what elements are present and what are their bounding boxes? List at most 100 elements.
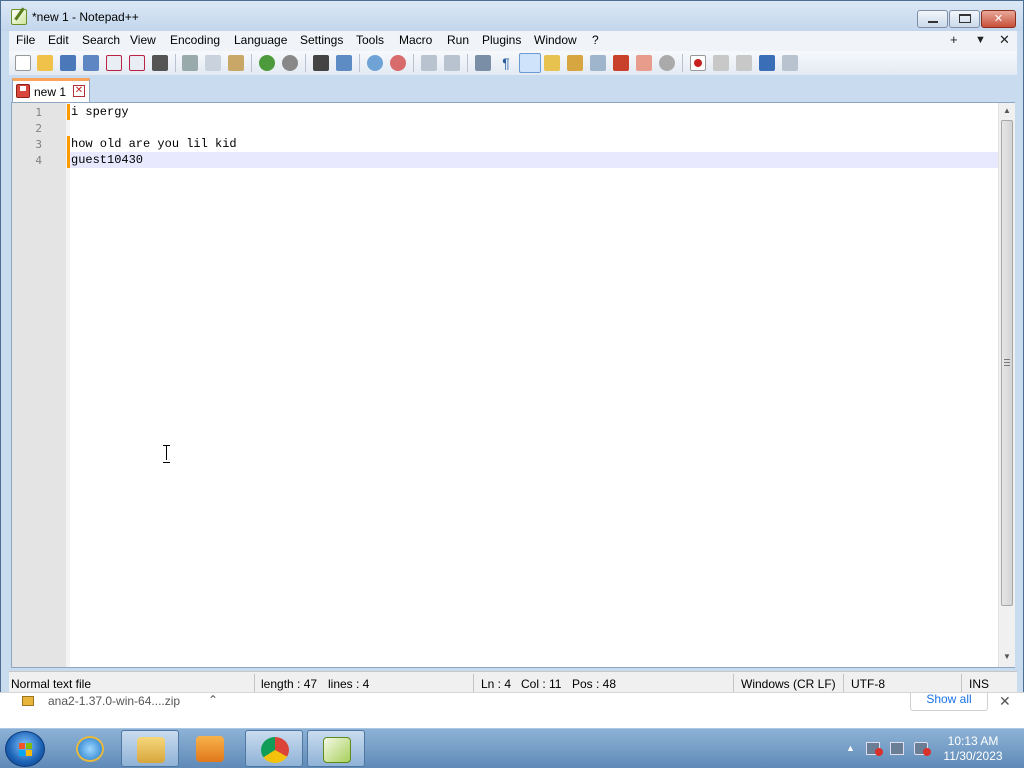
network-icon[interactable]	[890, 742, 904, 755]
taskbar-notepadpp[interactable]	[307, 730, 365, 767]
scroll-down-icon[interactable]: ▼	[1003, 652, 1011, 661]
sync-vertical-icon[interactable]	[421, 55, 437, 71]
minimize-icon	[928, 21, 938, 23]
document-list-icon[interactable]	[590, 55, 606, 71]
tab-new-1[interactable]: new 1 ✕	[12, 78, 90, 102]
tab-list-dropdown-icon[interactable]: ▼	[975, 34, 986, 46]
cut-icon[interactable]	[182, 55, 198, 71]
menu-view[interactable]: View	[130, 33, 156, 47]
minimize-button[interactable]	[917, 10, 948, 28]
show-all-characters-icon[interactable]: ¶	[498, 55, 514, 71]
open-file-icon[interactable]	[37, 55, 53, 71]
user-language-icon[interactable]	[544, 55, 560, 71]
scrollbar-grip-icon	[1004, 359, 1010, 366]
menu-run[interactable]: Run	[447, 33, 469, 47]
undo-icon[interactable]	[259, 55, 275, 71]
playback-icon[interactable]	[736, 55, 752, 71]
vertical-scrollbar[interactable]: ▲ ▼	[998, 103, 1015, 667]
menu-edit[interactable]: Edit	[48, 33, 69, 47]
new-file-icon[interactable]	[15, 55, 31, 71]
menu-language[interactable]: Language	[234, 33, 287, 47]
tab-close-icon[interactable]: ✕	[73, 85, 85, 97]
taskbar-internet-explorer[interactable]	[61, 730, 119, 767]
notepadpp-app-icon[interactable]	[11, 9, 27, 25]
status-line: Ln : 4	[481, 677, 512, 691]
print-icon[interactable]	[152, 55, 168, 71]
menu-macro[interactable]: Macro	[399, 33, 432, 47]
menu-settings[interactable]: Settings	[300, 33, 343, 47]
show-all-downloads-button[interactable]: Show all	[910, 693, 988, 711]
download-bar: ana2-1.37.0-win-64....zip ⌃ Show all ✕	[0, 692, 1024, 728]
toolbar-separator	[251, 54, 252, 72]
window-title: *new 1 - Notepad++	[32, 10, 139, 24]
replace-icon[interactable]	[336, 55, 352, 71]
indent-guide-icon[interactable]	[519, 53, 541, 73]
folder-as-workspace-icon[interactable]	[636, 55, 652, 71]
close-all-icon[interactable]	[129, 55, 145, 71]
monitoring-icon[interactable]	[659, 55, 675, 71]
menu-file[interactable]: File	[16, 33, 35, 47]
maximize-button[interactable]	[949, 10, 980, 28]
code-line-current[interactable]: guest10430	[70, 152, 998, 168]
scroll-up-icon[interactable]: ▲	[1003, 106, 1011, 115]
word-wrap-icon[interactable]	[475, 55, 491, 71]
close-button[interactable]: ✕	[981, 10, 1016, 28]
notepadpp-icon	[323, 737, 351, 763]
menu-encoding[interactable]: Encoding	[170, 33, 220, 47]
zoom-in-icon[interactable]	[367, 55, 383, 71]
taskbar-chrome[interactable]	[245, 730, 303, 767]
status-divider	[843, 674, 844, 694]
scrollbar-thumb[interactable]	[1001, 120, 1013, 606]
menu-tools[interactable]: Tools	[356, 33, 384, 47]
stop-recording-icon[interactable]	[713, 55, 729, 71]
toolbar-separator	[359, 54, 360, 72]
taskbar-file-explorer[interactable]	[121, 730, 179, 767]
system-clock[interactable]: 10:13 AM 11/30/2023	[940, 734, 1006, 764]
paste-icon[interactable]	[228, 55, 244, 71]
notepadpp-window: *new 1 - Notepad++ ✕ File Edit Search Vi…	[0, 0, 1024, 700]
save-macro-icon[interactable]	[782, 55, 798, 71]
toolbar-separator	[175, 54, 176, 72]
menu-bar: File Edit Search View Encoding Language …	[9, 31, 1017, 51]
menu-search[interactable]: Search	[82, 33, 120, 47]
download-options-icon[interactable]: ⌃	[208, 693, 218, 707]
text-cursor-icon	[162, 444, 172, 463]
code-line[interactable]: how old are you lil kid	[70, 136, 998, 152]
start-button[interactable]	[5, 731, 45, 767]
menu-help[interactable]: ?	[592, 33, 599, 47]
line-number-gutter	[12, 103, 70, 667]
status-eol-format[interactable]: Windows (CR LF)	[741, 677, 836, 691]
close-icon: ✕	[993, 13, 1004, 25]
menu-plugins[interactable]: Plugins	[482, 33, 521, 47]
close-document-icon[interactable]: ✕	[999, 32, 1010, 48]
show-hidden-icons-icon[interactable]: ▲	[846, 743, 855, 753]
fold-margin[interactable]	[66, 103, 70, 667]
volume-muted-icon[interactable]	[914, 742, 931, 756]
sync-horizontal-icon[interactable]	[444, 55, 460, 71]
save-all-icon[interactable]	[83, 55, 99, 71]
media-player-icon	[196, 736, 224, 762]
function-list-icon[interactable]	[613, 55, 629, 71]
zoom-out-icon[interactable]	[390, 55, 406, 71]
zip-file-icon	[22, 696, 34, 706]
action-center-icon[interactable]	[866, 742, 883, 756]
new-tab-plus-icon[interactable]: +	[950, 32, 958, 47]
title-bar[interactable]: *new 1 - Notepad++ ✕	[1, 1, 1023, 31]
redo-icon[interactable]	[282, 55, 298, 71]
download-bar-close-icon[interactable]: ✕	[999, 693, 1011, 710]
close-file-icon[interactable]	[106, 55, 122, 71]
code-line[interactable]	[70, 120, 998, 136]
status-encoding[interactable]: UTF-8	[851, 677, 885, 691]
copy-icon[interactable]	[205, 55, 221, 71]
find-icon[interactable]	[313, 55, 329, 71]
menu-window[interactable]: Window	[534, 33, 577, 47]
taskbar-media-player[interactable]	[181, 730, 239, 767]
save-icon[interactable]	[60, 55, 76, 71]
record-macro-icon[interactable]	[690, 55, 706, 71]
run-macro-multiple-icon[interactable]	[759, 55, 775, 71]
download-filename[interactable]: ana2-1.37.0-win-64....zip	[48, 694, 180, 708]
document-map-icon[interactable]	[567, 55, 583, 71]
code-line[interactable]: i spergy	[70, 104, 998, 120]
status-insert-mode[interactable]: INS	[969, 677, 989, 691]
editor-area[interactable]: 1 2 3 4 i spergy how old are you lil kid…	[11, 102, 1015, 668]
